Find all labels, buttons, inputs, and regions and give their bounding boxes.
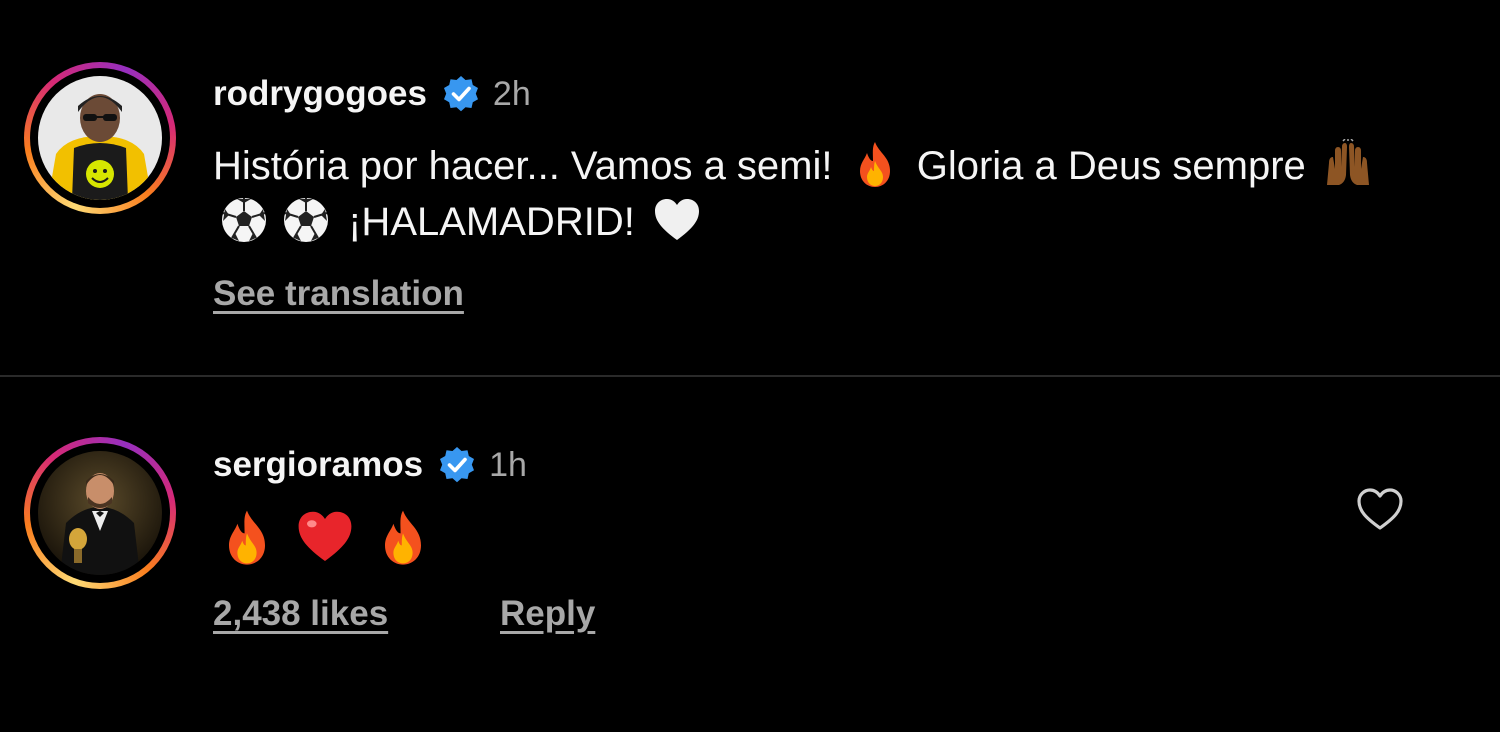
post: rodrygogoes 2h História por hacer... Vam… [0, 0, 1500, 376]
caption-text: ¡HALAMADRID! [337, 200, 646, 244]
post-author: rodrygogoes 2h [213, 74, 531, 114]
soccer-ball-emoji-icon [284, 198, 328, 242]
username-link[interactable]: rodrygogoes [213, 74, 427, 114]
likes-count-link[interactable]: 2,438 likes [213, 594, 388, 634]
raising-hands-emoji-icon [1326, 139, 1369, 185]
fire-emoji-icon [385, 510, 421, 565]
story-ring[interactable] [24, 437, 176, 589]
avatar-sergioramos[interactable] [38, 451, 162, 575]
verified-badge-icon [440, 447, 475, 483]
reply-button[interactable]: Reply [500, 594, 595, 634]
comment-timestamp: 1h [489, 445, 527, 484]
post-timestamp: 2h [492, 74, 531, 113]
post-caption: História por hacer... Vamos a semi! Glor… [213, 138, 1413, 250]
caption-text: História por hacer... Vamos a semi! [213, 144, 844, 188]
fire-emoji-icon [859, 142, 890, 187]
comment-author: sergioramos 1h [213, 445, 527, 485]
story-ring[interactable] [24, 62, 176, 214]
comment-text [213, 507, 437, 571]
comment: sergioramos 1h [0, 377, 1500, 732]
fire-emoji-icon [229, 510, 265, 565]
username-link[interactable]: sergioramos [213, 445, 423, 485]
verified-badge-icon [443, 76, 478, 112]
white-heart-emoji-icon [654, 199, 699, 240]
avatar-rodrygogoes[interactable] [38, 76, 162, 200]
like-heart-icon[interactable] [1356, 487, 1404, 531]
red-heart-emoji-icon [298, 511, 352, 561]
caption-text: Gloria a Deus sempre [905, 144, 1317, 188]
soccer-ball-emoji-icon [222, 198, 266, 242]
see-translation-link[interactable]: See translation [213, 274, 464, 314]
